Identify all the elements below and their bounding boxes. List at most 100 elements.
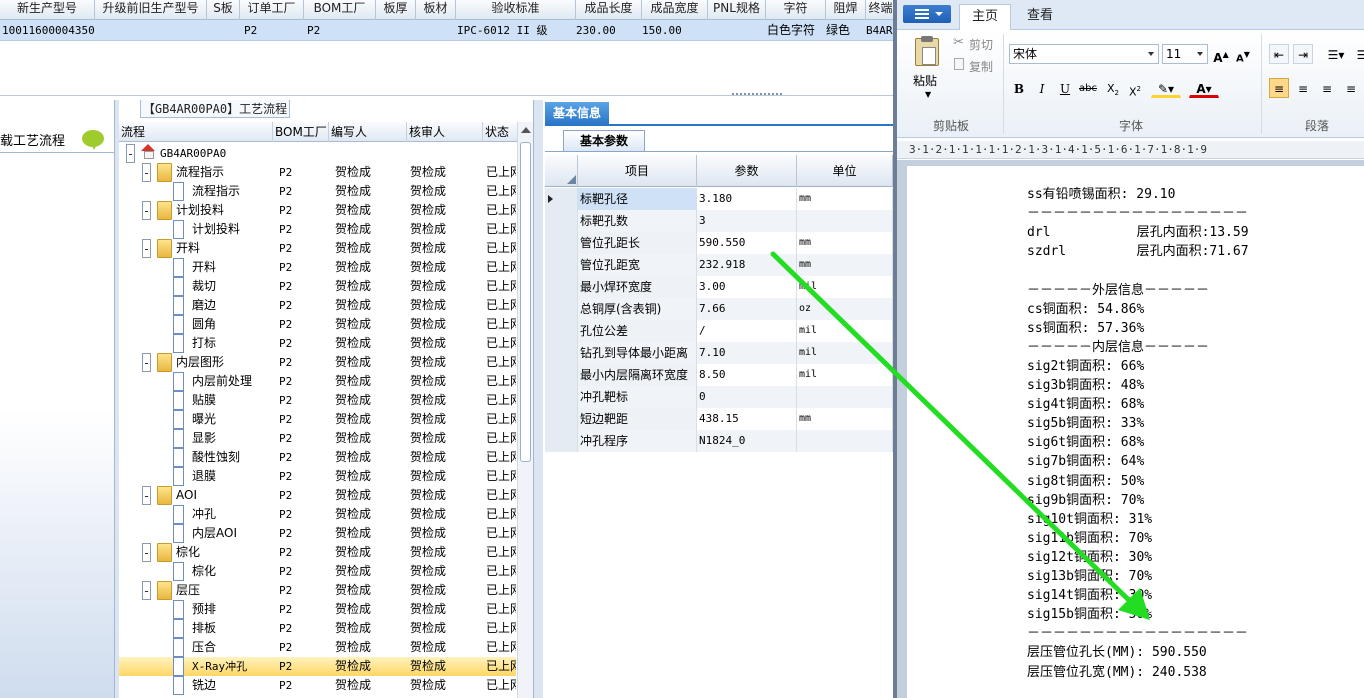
- row-selector[interactable]: [545, 408, 578, 430]
- table-row[interactable]: 内层前处理 P2 贺检成 贺检成 已上网: [119, 372, 516, 391]
- table-row[interactable]: 10011600004350 P2 P2 IPC-6012 II 级 230.0…: [0, 20, 893, 41]
- align-right-icon[interactable]: ≡: [1317, 78, 1337, 98]
- table-row[interactable]: 计划投料 P2 贺检成 贺检成 已上网: [119, 220, 516, 239]
- copy-button[interactable]: 复制: [969, 58, 993, 75]
- row-selector[interactable]: [545, 276, 578, 298]
- table-row[interactable]: 圆角 P2 贺检成 贺检成 已上网: [119, 315, 516, 334]
- document-page[interactable]: ss有铅喷锡面积: 29.10 －－－－－－－－－－－－－－－－－ drl 层孔内面…: [907, 166, 1364, 698]
- table-row[interactable]: 曝光 P2 贺检成 贺检成 已上网: [119, 410, 516, 429]
- param-value[interactable]: N1824_0: [697, 430, 797, 452]
- table-row[interactable]: 预排 P2 贺检成 贺检成 已上网: [119, 600, 516, 619]
- paste-icon[interactable]: [915, 36, 939, 66]
- italic-icon[interactable]: I: [1032, 78, 1052, 98]
- col-header[interactable]: 终端: [866, 0, 893, 20]
- increase-indent-icon[interactable]: ⇥: [1293, 44, 1313, 64]
- row-selector[interactable]: [545, 232, 578, 254]
- param-value[interactable]: /: [697, 320, 797, 342]
- table-row[interactable]: 管位孔距宽 232.918 mm: [545, 254, 893, 276]
- scroll-up-icon[interactable]: [521, 127, 531, 133]
- subscript-icon[interactable]: X2: [1103, 78, 1123, 98]
- collapse-toggle-icon[interactable]: -: [142, 163, 151, 182]
- col-header[interactable]: PNL规格: [708, 0, 766, 20]
- table-row[interactable]: 总铜厚(含表铜) 7.66 oz: [545, 298, 893, 320]
- col-header-unit[interactable]: 单位: [797, 155, 893, 187]
- row-selector[interactable]: [545, 342, 578, 364]
- strikethrough-icon[interactable]: abc: [1078, 78, 1098, 98]
- col-header-process[interactable]: 流程: [119, 122, 273, 142]
- table-row[interactable]: - 层压 P2 贺检成 贺检成 已上网: [119, 581, 516, 600]
- table-row[interactable]: 打标 P2 贺检成 贺检成 已上网: [119, 334, 516, 353]
- bullet-list-icon[interactable]: ☰▾: [1321, 44, 1351, 64]
- param-value[interactable]: 0: [697, 386, 797, 408]
- row-selector[interactable]: [545, 298, 578, 320]
- param-value[interactable]: 3.00: [697, 276, 797, 298]
- font-size-select[interactable]: 11: [1162, 44, 1208, 64]
- param-value[interactable]: 590.550: [697, 232, 797, 254]
- copy-icon[interactable]: [954, 58, 964, 70]
- collapse-toggle-icon[interactable]: -: [142, 486, 151, 505]
- table-row[interactable]: 排板 P2 贺检成 贺检成 已上网: [119, 619, 516, 638]
- paste-button[interactable]: 粘贴: [913, 72, 937, 89]
- table-row[interactable]: 最小内层隔离环宽度 8.50 mil: [545, 364, 893, 386]
- table-row[interactable]: 标靶孔数 3: [545, 210, 893, 232]
- table-row[interactable]: - 流程指示 P2 贺检成 贺检成 已上网: [119, 163, 516, 182]
- chevron-down-icon[interactable]: ▼: [925, 90, 931, 99]
- collapse-toggle-icon[interactable]: -: [142, 581, 151, 600]
- col-header[interactable]: 成品长度: [576, 0, 642, 20]
- col-header[interactable]: 成品宽度: [642, 0, 708, 20]
- collapse-toggle-icon[interactable]: -: [126, 144, 135, 163]
- table-row[interactable]: X-Ray冲孔 P2 贺检成 贺检成 已上网: [119, 657, 516, 676]
- tab-basic-info[interactable]: 基本信息: [545, 102, 609, 124]
- table-row[interactable]: - AOI P2 贺检成 贺检成 已上网: [119, 486, 516, 505]
- grow-font-icon[interactable]: A▲: [1211, 44, 1231, 65]
- row-selector[interactable]: [545, 320, 578, 342]
- col-header-writer[interactable]: 编写人: [329, 122, 407, 142]
- row-selector[interactable]: [545, 430, 578, 452]
- table-row[interactable]: 孔位公差 / mil: [545, 320, 893, 342]
- splitter-grip[interactable]: [732, 93, 782, 95]
- row-selector[interactable]: [545, 386, 578, 408]
- superscript-icon[interactable]: X2: [1125, 78, 1145, 99]
- col-header[interactable]: 板材: [416, 0, 456, 20]
- tab-basic-params[interactable]: 基本参数: [563, 130, 645, 152]
- table-row[interactable]: 退膜 P2 贺检成 贺检成 已上网: [119, 467, 516, 486]
- col-header[interactable]: S板: [207, 0, 240, 20]
- table-row[interactable]: 冲孔靶标 0: [545, 386, 893, 408]
- table-row[interactable]: 贴膜 P2 贺检成 贺检成 已上网: [119, 391, 516, 410]
- align-left-icon[interactable]: ≡: [1269, 78, 1289, 98]
- collapse-toggle-icon[interactable]: -: [142, 239, 151, 258]
- collapse-toggle-icon[interactable]: -: [142, 543, 151, 562]
- scissors-icon[interactable]: ✂: [953, 35, 964, 50]
- table-row[interactable]: 短边靶距 438.15 mm: [545, 408, 893, 430]
- collapse-toggle-icon[interactable]: -: [142, 353, 151, 372]
- col-header[interactable]: 升级前旧生产型号: [95, 0, 207, 20]
- collapse-toggle-icon[interactable]: -: [142, 201, 151, 220]
- param-value[interactable]: 7.66: [697, 298, 797, 320]
- row-selector[interactable]: [545, 188, 578, 210]
- load-process-label[interactable]: 载工艺流程: [0, 130, 65, 149]
- param-value[interactable]: 3.180: [697, 188, 797, 210]
- param-value[interactable]: 8.50: [697, 364, 797, 386]
- col-header[interactable]: 订单工厂: [240, 0, 304, 20]
- ruler[interactable]: 3·1·2·1·1·1·1·1·2·1·3·1·4·1·5·1·6·1·7·1·…: [897, 141, 1364, 159]
- col-header[interactable]: 字符: [766, 0, 826, 20]
- row-selector[interactable]: [545, 210, 578, 232]
- table-row[interactable]: 磨边 P2 贺检成 贺检成 已上网: [119, 296, 516, 315]
- col-header[interactable]: 验收标准: [456, 0, 576, 20]
- col-header-value[interactable]: 参数: [697, 155, 797, 187]
- param-value[interactable]: 3: [697, 210, 797, 232]
- col-header[interactable]: 板厚: [376, 0, 416, 20]
- col-header[interactable]: BOM工厂: [304, 0, 376, 20]
- table-row[interactable]: 最小焊环宽度 3.00 mil: [545, 276, 893, 298]
- bold-icon[interactable]: B: [1009, 78, 1029, 98]
- process-scrollbar[interactable]: [517, 122, 533, 698]
- table-row[interactable]: 显影 P2 贺检成 贺检成 已上网: [119, 429, 516, 448]
- file-menu-button[interactable]: [903, 5, 951, 23]
- shrink-font-icon[interactable]: A▼: [1233, 44, 1253, 64]
- table-row[interactable]: 开料 P2 贺检成 贺检成 已上网: [119, 258, 516, 277]
- table-row[interactable]: - GB4AR00PA0: [119, 144, 516, 163]
- row-selector[interactable]: [545, 254, 578, 276]
- speech-bubble-icon[interactable]: [82, 130, 104, 150]
- col-header[interactable]: 新生产型号: [0, 0, 95, 20]
- row-selector[interactable]: [545, 364, 578, 386]
